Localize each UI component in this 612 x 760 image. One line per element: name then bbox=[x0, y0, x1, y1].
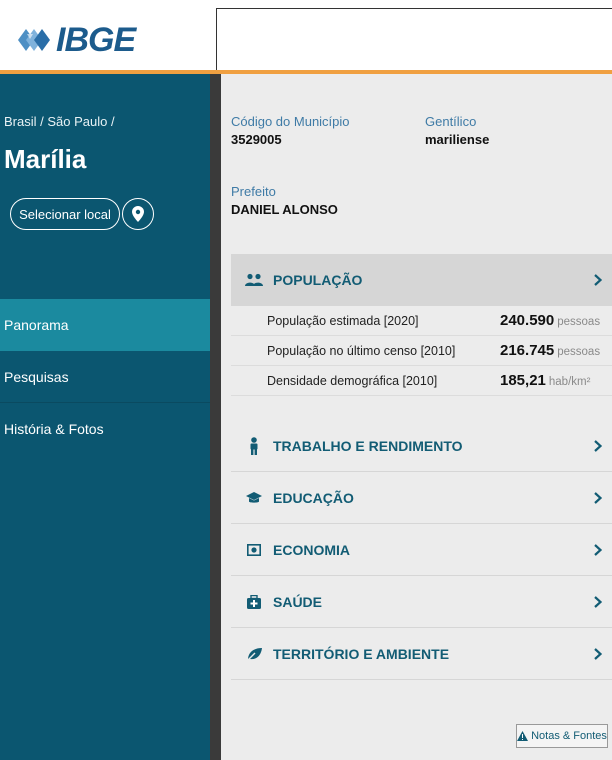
breadcrumb[interactable]: Brasil / São Paulo / bbox=[4, 114, 115, 129]
section-header-educacao[interactable]: EDUCAÇÃO bbox=[231, 472, 612, 524]
section-territorio: TERRITÓRIO E AMBIENTE bbox=[231, 628, 612, 680]
table-row[interactable]: População estimada [2020] 240.590 pessoas bbox=[231, 306, 612, 336]
row-unit: hab/km² bbox=[548, 376, 591, 388]
codigo-label: Código do Município bbox=[231, 114, 350, 129]
sidebar: Brasil / São Paulo / Marília Selecionar … bbox=[0, 74, 210, 760]
search-input[interactable] bbox=[216, 8, 612, 72]
sidebar-nav: Panorama Pesquisas História & Fotos bbox=[0, 299, 210, 455]
populacao-details: População estimada [2020] 240.590 pessoas… bbox=[231, 306, 612, 396]
money-icon bbox=[245, 541, 263, 559]
chevron-right-icon bbox=[588, 647, 608, 660]
leaf-icon bbox=[245, 645, 263, 663]
row-unit: pessoas bbox=[557, 316, 601, 328]
prefeito-value: DANIEL ALONSO bbox=[231, 202, 338, 217]
sidebar-item-label: Pesquisas bbox=[4, 368, 69, 385]
ibge-logo[interactable]: IBGE bbox=[14, 20, 136, 60]
top-header: IBGE bbox=[0, 0, 612, 72]
chevron-right-icon bbox=[588, 595, 608, 608]
section-header-trabalho[interactable]: TRABALHO E RENDIMENTO bbox=[231, 420, 612, 472]
worker-icon bbox=[245, 436, 263, 455]
sidebar-item-label: Panorama bbox=[4, 317, 69, 333]
logo-text: IBGE bbox=[56, 20, 136, 59]
row-unit: pessoas bbox=[557, 346, 601, 358]
warning-icon bbox=[517, 731, 529, 741]
row-label: Densidade demográfica [2010] bbox=[267, 373, 438, 388]
row-value: 240.590 bbox=[500, 312, 555, 329]
ibge-logo-mark-icon bbox=[18, 29, 50, 51]
section-header-territorio[interactable]: TERRITÓRIO E AMBIENTE bbox=[231, 628, 612, 680]
select-location-button[interactable]: Selecionar local bbox=[10, 198, 120, 230]
graduation-cap-icon bbox=[245, 489, 263, 507]
table-row[interactable]: Densidade demográfica [2010] 185,21 hab/k… bbox=[231, 366, 612, 396]
section-saude: SAÚDE bbox=[231, 576, 612, 628]
row-value: 216.745 bbox=[500, 342, 555, 359]
chevron-right-icon bbox=[588, 491, 608, 504]
notes-sources-button[interactable]: Notas & Fontes bbox=[516, 724, 608, 748]
section-educacao: EDUCAÇÃO bbox=[231, 472, 612, 524]
section-header-economia[interactable]: ECONOMIA bbox=[231, 524, 612, 576]
section-title: EDUCAÇÃO bbox=[273, 489, 354, 506]
sidebar-item-panorama[interactable]: Panorama bbox=[0, 299, 210, 351]
map-pin-icon bbox=[132, 206, 144, 222]
sidebar-item-label: História & Fotos bbox=[4, 421, 104, 437]
codigo-value: 3529005 bbox=[231, 132, 282, 147]
table-row[interactable]: População no último censo [2010] 216.745… bbox=[231, 336, 612, 366]
section-header-populacao[interactable]: POPULAÇÃO bbox=[231, 254, 612, 306]
gentilico-label: Gentílico bbox=[425, 114, 477, 129]
notes-label: Notas & Fontes bbox=[531, 730, 607, 742]
sidebar-item-historia-fotos[interactable]: História & Fotos bbox=[0, 403, 210, 455]
row-label: População no último censo [2010] bbox=[267, 343, 456, 358]
row-value-group: 216.745 pessoas bbox=[500, 342, 612, 359]
sidebar-item-pesquisas[interactable]: Pesquisas bbox=[0, 351, 210, 403]
section-title: TRABALHO E RENDIMENTO bbox=[273, 437, 463, 454]
chevron-right-icon bbox=[588, 439, 608, 452]
section-title: TERRITÓRIO E AMBIENTE bbox=[273, 645, 450, 662]
section-trabalho: TRABALHO E RENDIMENTO bbox=[231, 420, 612, 472]
row-value-group: 240.590 pessoas bbox=[500, 312, 612, 329]
locate-button[interactable] bbox=[122, 198, 154, 230]
main-content: Código do Município 3529005 Gentílico ma… bbox=[221, 74, 612, 760]
prefeito-label: Prefeito bbox=[231, 184, 276, 199]
row-value-group: 185,21 hab/km² bbox=[500, 372, 612, 389]
gentilico-value: mariliense bbox=[425, 132, 490, 147]
people-icon bbox=[245, 271, 263, 289]
chevron-right-icon bbox=[588, 274, 608, 286]
chevron-right-icon bbox=[588, 543, 608, 556]
section-title: POPULAÇÃO bbox=[273, 272, 363, 288]
section-title: SAÚDE bbox=[273, 593, 323, 610]
divider-gutter bbox=[210, 74, 221, 760]
section-title: ECONOMIA bbox=[273, 541, 350, 558]
section-economia: ECONOMIA bbox=[231, 524, 612, 576]
city-title: Marília bbox=[4, 144, 87, 174]
row-label: População estimada [2020] bbox=[267, 313, 419, 328]
medical-kit-icon bbox=[245, 593, 263, 611]
section-header-saude[interactable]: SAÚDE bbox=[231, 576, 612, 628]
section-populacao: POPULAÇÃO População estimada [2020] 240.… bbox=[231, 254, 612, 396]
row-value: 185,21 bbox=[500, 372, 546, 389]
